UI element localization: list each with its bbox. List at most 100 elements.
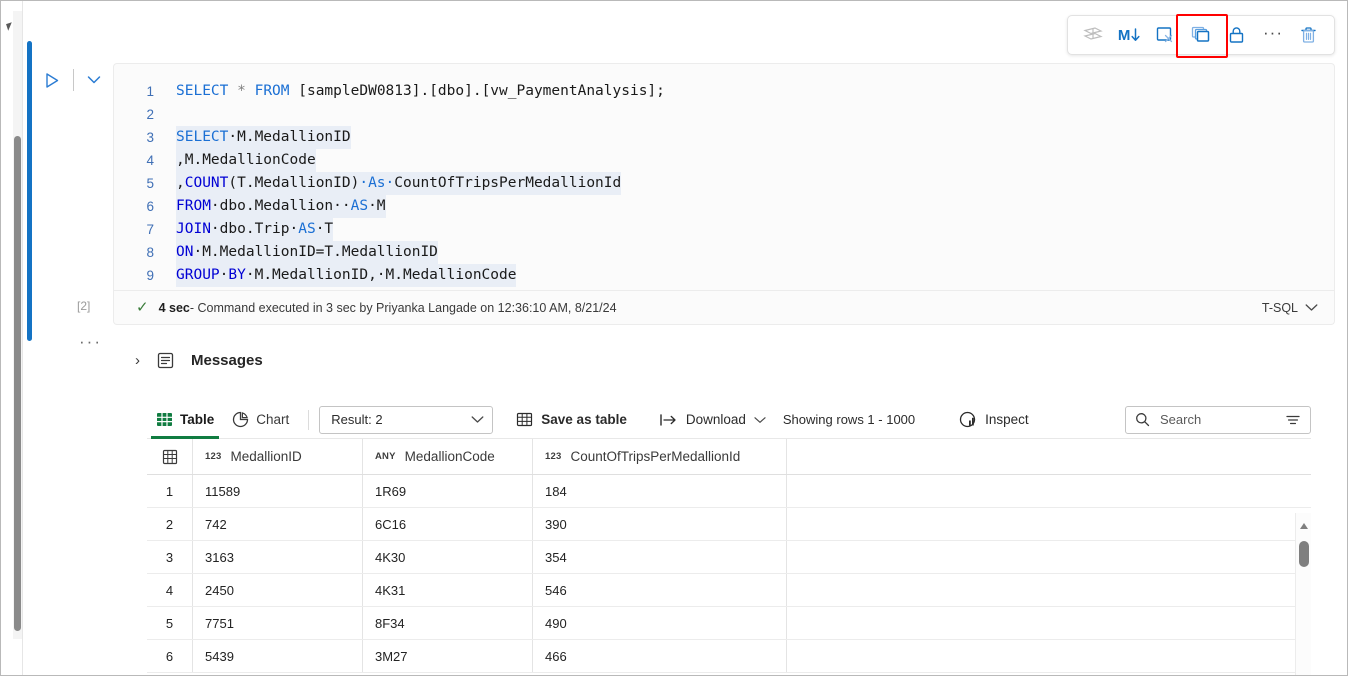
table-cell[interactable]: 3163: [193, 541, 363, 573]
table-cell[interactable]: 2450: [193, 574, 363, 606]
table-row[interactable]: 654393M27466: [147, 640, 1311, 673]
table-cell[interactable]: 742: [193, 508, 363, 540]
code-line-number: 8: [114, 241, 176, 264]
cell-language-selector[interactable]: T-SQL: [1262, 301, 1318, 315]
duplicate-cell-button[interactable]: [1184, 20, 1218, 50]
column-header-countoftrips[interactable]: 123 CountOfTripsPerMedallionId: [533, 439, 787, 474]
table-row[interactable]: 27426C16390: [147, 508, 1311, 541]
column-header-medallionid[interactable]: 123 MedallionID: [193, 439, 363, 474]
scroll-up-arrow-icon[interactable]: [1300, 523, 1308, 529]
clear-output-button[interactable]: [1148, 20, 1182, 50]
code-line[interactable]: 8ON·M.MedallionID=T.MedallionID: [114, 241, 1334, 264]
column-header-label: MedallionID: [230, 449, 301, 464]
table-cell[interactable]: 390: [533, 508, 787, 540]
table-cell[interactable]: 4K30: [363, 541, 533, 573]
messages-icon: [156, 351, 175, 370]
table-cell[interactable]: 1R69: [363, 475, 533, 507]
table-row[interactable]: 1115891R69184: [147, 475, 1311, 508]
code-token: ·dbo.Trip·: [211, 221, 298, 237]
code-token: *: [237, 83, 246, 99]
trash-icon: [1298, 25, 1320, 45]
hide-output-button[interactable]: [1076, 20, 1110, 50]
code-line[interactable]: 9GROUP·BY·M.MedallionID,·M.MedallionCode: [114, 264, 1334, 287]
code-line[interactable]: 3SELECT·M.MedallionID: [114, 126, 1334, 149]
cell-execution-index: [2]: [77, 299, 90, 313]
table-cell[interactable]: 5439: [193, 640, 363, 672]
run-options-button[interactable]: [84, 70, 104, 90]
notebook-cell-screen: M ···: [0, 0, 1348, 676]
column-type-badge: 123: [545, 451, 561, 462]
messages-label: Messages: [191, 352, 263, 369]
table-cell[interactable]: 6C16: [363, 508, 533, 540]
code-line[interactable]: 2: [114, 103, 1334, 126]
table-cell[interactable]: 8F34: [363, 607, 533, 639]
column-header-medallioncode[interactable]: ANY MedallionCode: [363, 439, 533, 474]
table-cell[interactable]: 546: [533, 574, 787, 606]
results-scrollbar[interactable]: [1295, 513, 1311, 676]
run-cell-button[interactable]: [41, 69, 63, 91]
column-type-badge: 123: [205, 451, 221, 462]
code-token: AS: [298, 221, 315, 237]
toolbar-divider: [308, 410, 309, 430]
code-line-number: 3: [114, 126, 176, 149]
inspect-button[interactable]: Inspect: [947, 401, 1040, 439]
result-set-select[interactable]: Result: 2: [319, 406, 493, 434]
row-number: 6: [147, 640, 193, 672]
table-cell[interactable]: 11589: [193, 475, 363, 507]
code-line[interactable]: 6FROM·dbo.Medallion··AS·M: [114, 195, 1334, 218]
results-tab-table[interactable]: Table: [147, 401, 223, 439]
grid-icon: [156, 411, 173, 428]
table-cell[interactable]: 466: [533, 640, 787, 672]
table-cell[interactable]: 184: [533, 475, 787, 507]
lock-cell-button[interactable]: [1220, 20, 1254, 50]
select-all-cell[interactable]: [147, 439, 193, 474]
code-token: ·As·: [359, 175, 394, 191]
results-grid-body: 1115891R6918427426C16390331634K303544245…: [147, 475, 1311, 673]
cell-overflow-menu[interactable]: ···: [79, 333, 102, 350]
table-row[interactable]: 577518F34490: [147, 607, 1311, 640]
table-cell[interactable]: 490: [533, 607, 787, 639]
results-search-input[interactable]: [1158, 411, 1270, 428]
table-row[interactable]: 424504K31546: [147, 574, 1311, 607]
code-token: ·M.MedallionID=T.MedallionID: [193, 244, 437, 260]
column-type-badge: ANY: [375, 451, 396, 462]
code-token: ·M: [368, 198, 385, 214]
page-scrollbar-thumb[interactable]: [14, 136, 21, 631]
results-search-box[interactable]: [1125, 406, 1311, 434]
row-number: 2: [147, 508, 193, 540]
table-row[interactable]: 331634K30354: [147, 541, 1311, 574]
table-cell[interactable]: 4K31: [363, 574, 533, 606]
chevron-right-icon[interactable]: ›: [135, 352, 140, 369]
download-button[interactable]: Download: [648, 401, 777, 439]
messages-section[interactable]: › Messages: [135, 351, 263, 370]
code-line[interactable]: 5,COUNT(T.MedallionID)·As·CountOfTripsPe…: [114, 172, 1334, 195]
delete-cell-button[interactable]: [1292, 20, 1326, 50]
showing-rows-label: Showing rows 1 - 1000: [777, 412, 921, 427]
table-cell[interactable]: 3M27: [363, 640, 533, 672]
table-cell-spacer: [787, 607, 1311, 639]
chevron-down-icon: [471, 412, 484, 427]
code-line[interactable]: 4,M.MedallionCode: [114, 149, 1334, 172]
results-scrollbar-thumb[interactable]: [1299, 541, 1309, 567]
code-line[interactable]: 1SELECT * FROM [sampleDW0813].[dbo].[vw_…: [114, 80, 1334, 103]
play-icon: [44, 72, 60, 89]
table-cell[interactable]: 354: [533, 541, 787, 573]
code-token: COUNT: [185, 175, 229, 191]
cell-selection-bar: [27, 41, 32, 341]
code-editor[interactable]: 1SELECT * FROM [sampleDW0813].[dbo].[vw_…: [113, 63, 1335, 291]
code-token: FROM: [255, 83, 290, 99]
code-line-number: 6: [114, 195, 176, 218]
results-tab-chart[interactable]: Chart: [223, 401, 298, 439]
save-as-table-button[interactable]: Save as table: [505, 401, 638, 439]
cell-toolbar: M ···: [1067, 15, 1335, 55]
table-cell-spacer: [787, 574, 1311, 606]
convert-markdown-button[interactable]: M: [1112, 20, 1146, 50]
table-cell[interactable]: 7751: [193, 607, 363, 639]
code-line-content: FROM·dbo.Medallion··AS·M: [176, 195, 386, 218]
column-header-label: CountOfTripsPerMedallionId: [570, 449, 740, 464]
filter-icon[interactable]: [1285, 414, 1301, 426]
code-token: BY: [228, 267, 245, 283]
code-token: ·T: [316, 221, 333, 237]
code-line[interactable]: 7JOIN·dbo.Trip·AS·T: [114, 218, 1334, 241]
more-options-button[interactable]: ···: [1256, 20, 1290, 50]
